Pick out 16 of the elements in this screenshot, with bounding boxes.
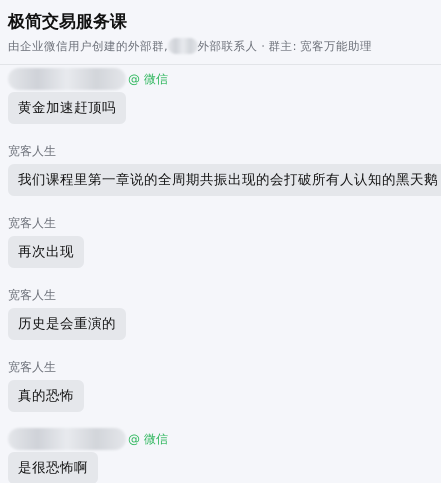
message-bubble: 黄金加速赶顶吗 (8, 92, 126, 124)
sender-source: @ 微信 (128, 70, 168, 88)
group-title: 极简交易服务课 (8, 11, 128, 33)
message-bubble: 我们课程里第一章说的全周期共振出现的会打破所有人认知的黑天鹅 (8, 164, 441, 196)
group-description: 外部联系人 · 群主: 宽客万能助理 (198, 38, 372, 54)
message-bubble: 再次出现 (8, 236, 84, 268)
sender-name: 宽客人生 (8, 142, 56, 160)
sender-name: 宽客人生 (8, 286, 56, 304)
message-bubble: 历史是会重演的 (8, 308, 126, 340)
group-description: 由企业微信用户创建的外部群, (8, 38, 168, 54)
sender-name: 宽客人生 (8, 358, 56, 376)
sender-name: 宽客人生 (8, 214, 56, 232)
message-bubble: 是很恐怖啊 (8, 452, 98, 483)
sender-source: @ 微信 (128, 430, 168, 448)
redacted-text (168, 38, 198, 54)
message-bubble: 真的恐怖 (8, 380, 84, 412)
